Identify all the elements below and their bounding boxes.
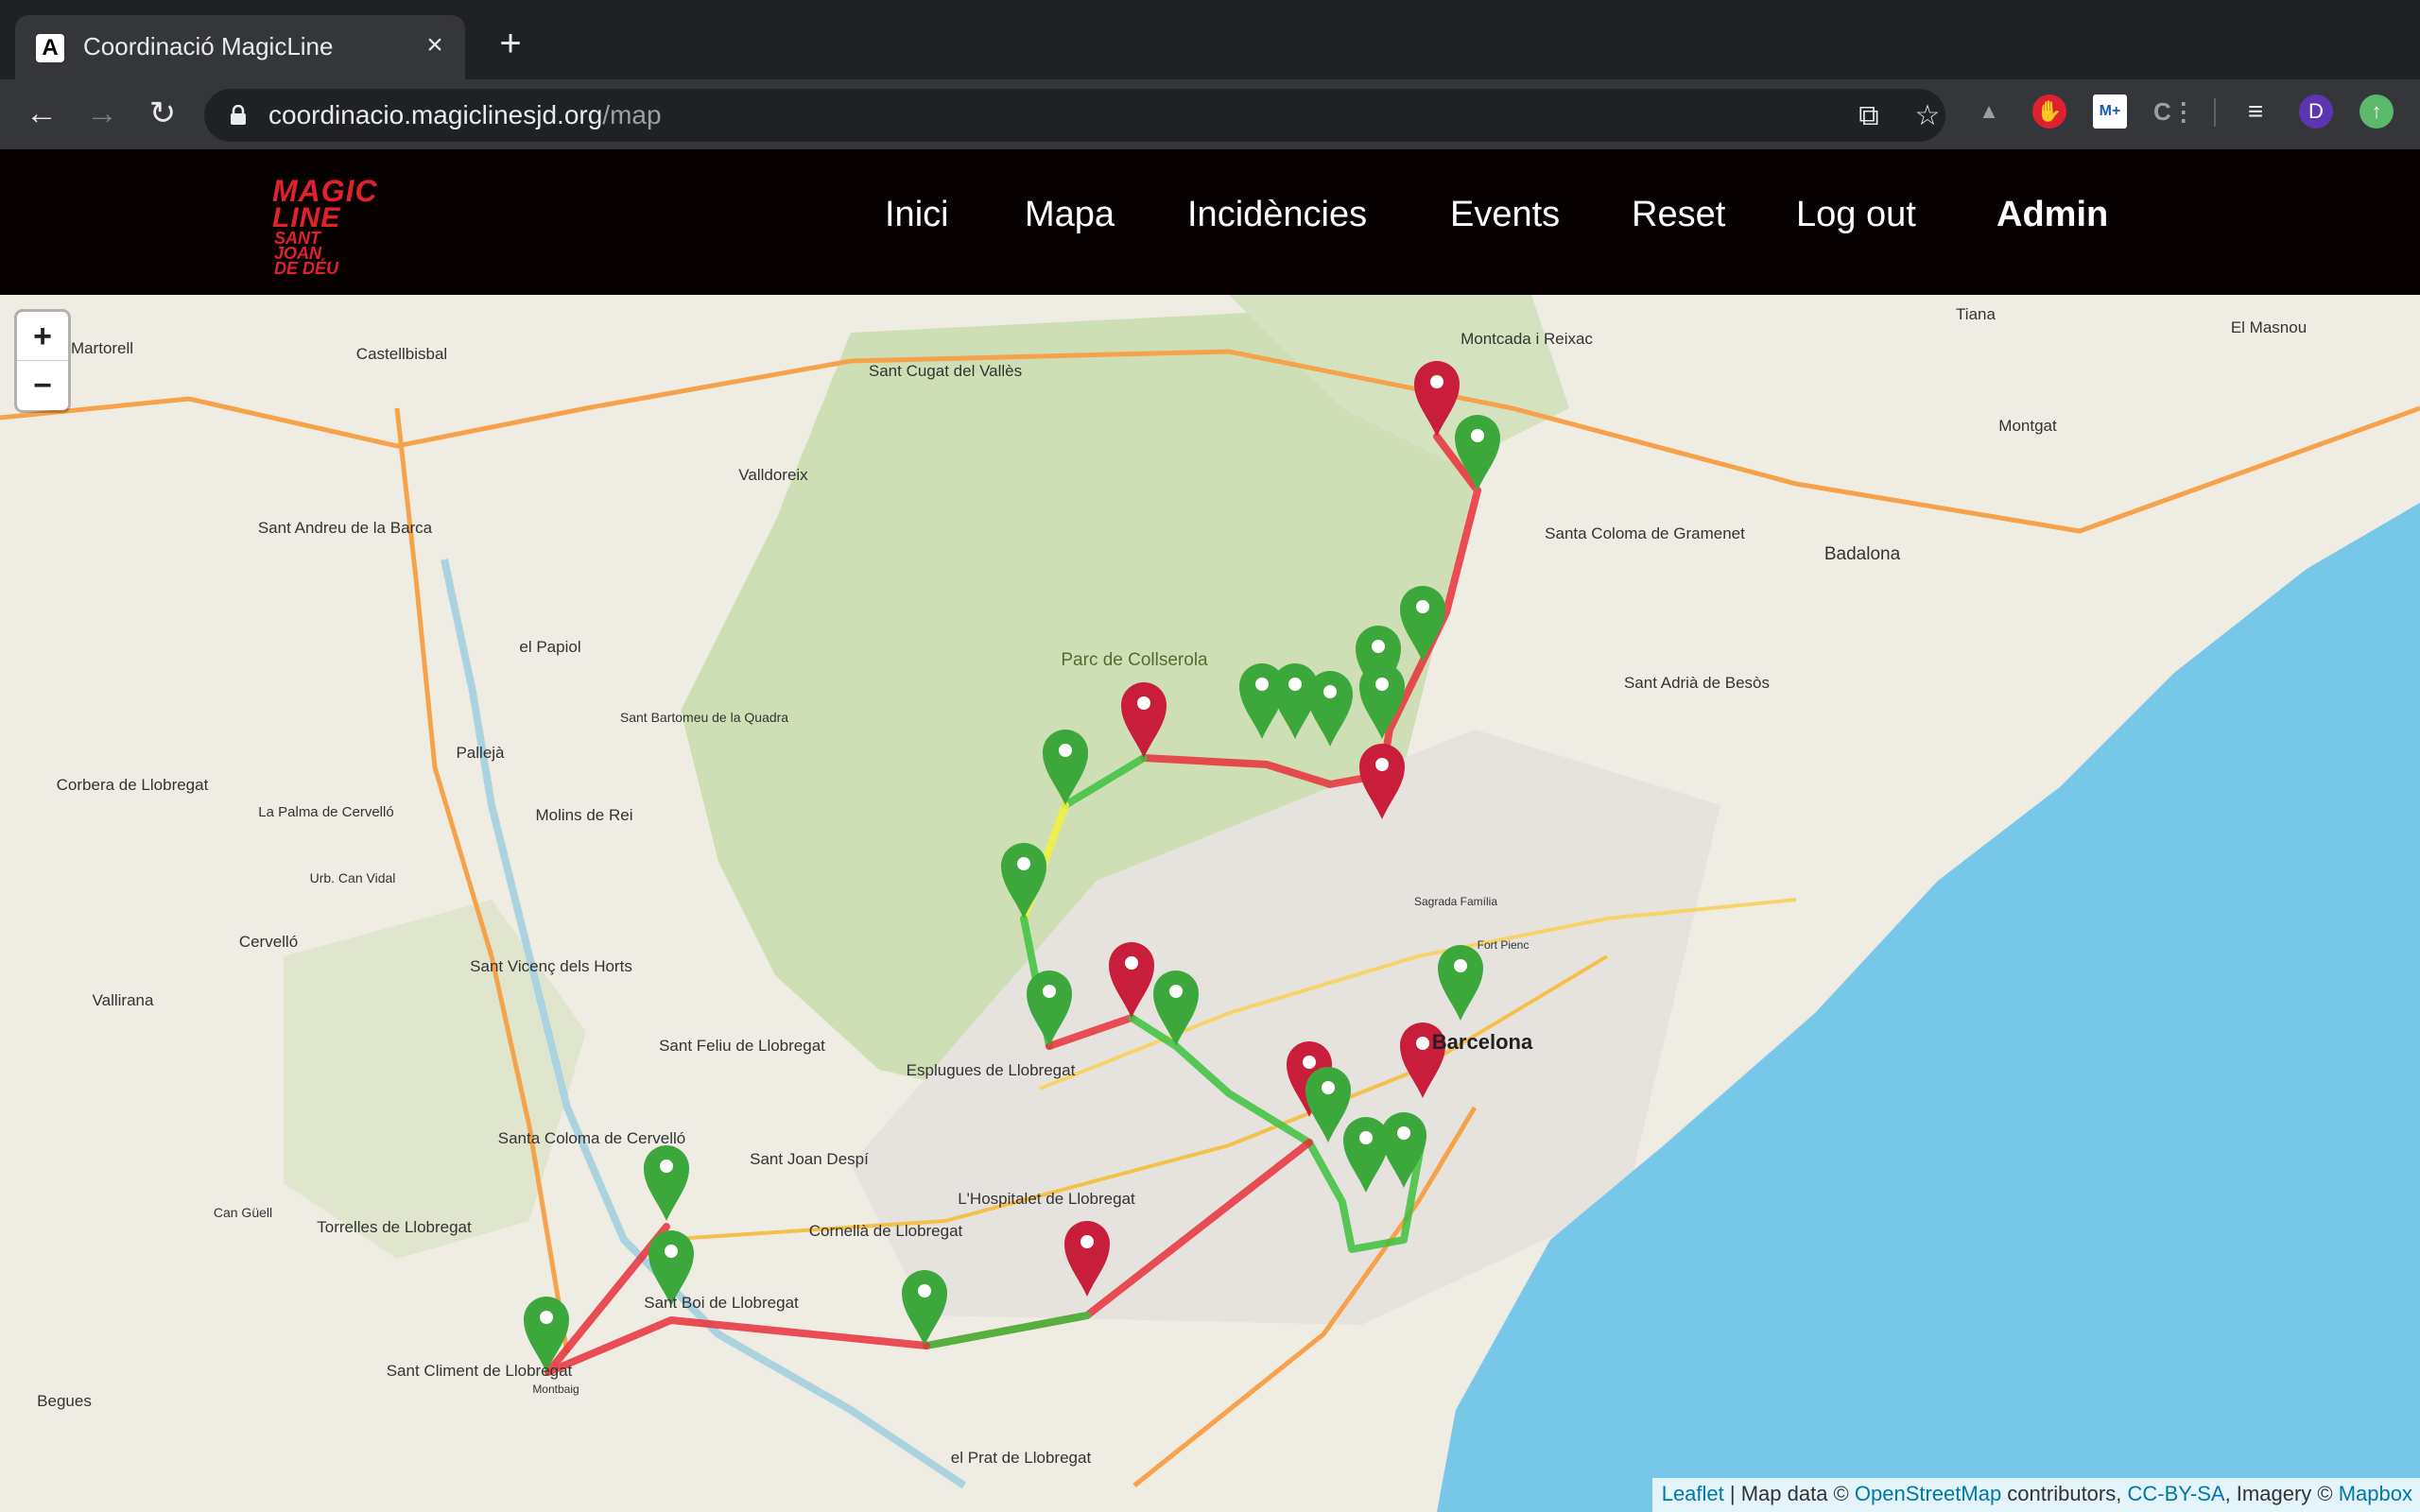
logo-line-2: LINE — [272, 201, 341, 233]
magicline-logo[interactable]: MAGIC LINE SANT JOAN DE DÉU — [272, 174, 378, 277]
nav-mapa[interactable]: Mapa — [1025, 195, 1115, 235]
tab-close-icon[interactable]: × — [418, 28, 452, 62]
nav-incidencies[interactable]: Incidències — [1187, 195, 1367, 235]
place-label: Cornellà de Llobregat — [809, 1222, 963, 1240]
c-extension-icon[interactable]: C⋮ — [2153, 94, 2196, 129]
attribution-text: , Imagery © — [2224, 1482, 2339, 1505]
logo-line-4: DE DÉU — [274, 259, 339, 279]
url-text: coordinacio.magiclinesjd.org/map — [268, 100, 662, 130]
place-label: Sagrada Família — [1414, 895, 1497, 908]
place-label: el Papiol — [519, 638, 580, 656]
place-label: Tiana — [1956, 305, 1996, 323]
place-label: Vallirana — [93, 991, 154, 1009]
profile-avatar[interactable]: D — [2299, 94, 2333, 129]
place-label: Can Güell — [214, 1205, 272, 1220]
drive-extension-icon[interactable]: ▲ — [1972, 94, 2006, 129]
place-label: Parc de Collserola — [1061, 650, 1208, 670]
place-label: Torrelles de Llobregat — [317, 1218, 472, 1236]
bookmark-star-icon[interactable]: ☆ — [1911, 100, 1944, 132]
nav-inici[interactable]: Inici — [885, 195, 949, 235]
site-header: MAGIC LINE SANT JOAN DE DÉU Inici Mapa I… — [0, 149, 2420, 295]
place-label: Montcada i Reixac — [1461, 330, 1593, 348]
zoom-in-button[interactable]: + — [17, 312, 68, 361]
place-label: Sant Bartomeu de la Quadra — [620, 710, 788, 725]
place-label: Molins de Rei — [536, 806, 633, 824]
place-label: Pallejà — [456, 744, 505, 762]
place-label: Martorell — [71, 339, 133, 357]
place-label: La Palma de Cervelló — [258, 804, 393, 820]
mapbox-link[interactable]: Mapbox — [2339, 1482, 2412, 1505]
place-label: Badalona — [1824, 544, 1901, 564]
leaflet-link[interactable]: Leaflet — [1662, 1482, 1724, 1505]
osm-link[interactable]: OpenStreetMap — [1855, 1482, 2001, 1505]
place-label: Sant Boi de Llobregat — [644, 1294, 799, 1312]
place-label: Santa Coloma de Cervelló — [498, 1129, 685, 1147]
map-canvas[interactable]: Martorell Castellbisbal Sant Cugat del V… — [0, 295, 2420, 1512]
attribution-text: | Map data © — [1723, 1482, 1855, 1505]
logo-line-3: SANT JOAN — [274, 228, 322, 263]
toolbar-divider — [2214, 98, 2216, 127]
place-label: Sant Joan Despí — [750, 1150, 869, 1168]
zoom-control: + − — [17, 312, 68, 410]
back-arrow-icon[interactable]: ← — [21, 93, 62, 134]
tab-title: Coordinació MagicLine — [83, 32, 334, 60]
place-label: el Prat de Llobregat — [951, 1449, 1092, 1467]
reload-icon[interactable]: ↻ — [142, 93, 183, 134]
update-arrow-icon[interactable]: ↑ — [2360, 94, 2394, 129]
browser-tabstrip: A Coordinació MagicLine × + — [0, 0, 2420, 79]
browser-toolbar: ← → ↻ coordinacio.magiclinesjd.org/map ⧉… — [0, 79, 2420, 149]
place-label: Sant Cugat del Vallès — [869, 362, 1022, 380]
tab-favicon-icon: A — [36, 34, 64, 62]
place-label: Fort Pienc — [1478, 938, 1530, 952]
media-playlist-icon[interactable]: ≡ — [2238, 94, 2273, 129]
place-label: Begues — [37, 1392, 92, 1410]
place-label: Valldoreix — [738, 466, 808, 484]
place-label: Sant Feliu de Llobregat — [659, 1037, 825, 1055]
place-label: Corbera de Llobregat — [57, 776, 209, 794]
open-external-icon[interactable]: ⧉ — [1853, 100, 1885, 132]
place-label: Urb. Can Vidal — [310, 870, 396, 885]
nav-reset[interactable]: Reset — [1632, 195, 1725, 235]
movistar-extension-icon[interactable]: M+ — [2093, 94, 2127, 129]
ccbysa-link[interactable]: CC-BY-SA — [2127, 1482, 2224, 1505]
forward-arrow-icon[interactable]: → — [81, 93, 123, 134]
adblock-extension-icon[interactable]: ✋ — [2032, 94, 2066, 129]
lock-icon — [231, 105, 246, 125]
place-label: Castellbisbal — [356, 345, 447, 363]
nav-admin[interactable]: Admin — [1996, 195, 2108, 235]
place-label: Sant Climent de Llobregat — [387, 1362, 573, 1380]
place-label: Montgat — [1998, 417, 2057, 435]
nav-logout[interactable]: Log out — [1796, 195, 1916, 235]
map-attribution: Leaflet | Map data © OpenStreetMap contr… — [1651, 1478, 2420, 1512]
place-label: Sant Andreu de la Barca — [258, 519, 433, 537]
place-label: El Masnou — [2231, 318, 2307, 336]
address-bar[interactable]: coordinacio.magiclinesjd.org/map ⧉ ☆ — [204, 89, 1945, 142]
zoom-out-button[interactable]: − — [17, 361, 68, 410]
place-label: Sant Adrià de Besòs — [1624, 674, 1770, 692]
url-path: /map — [602, 100, 662, 129]
url-host: coordinacio.magiclinesjd.org — [268, 100, 603, 129]
place-label: Esplugues de Llobregat — [907, 1061, 1076, 1079]
route-map[interactable]: Martorell Castellbisbal Sant Cugat del V… — [0, 295, 2420, 1512]
place-label: Barcelona — [1432, 1030, 1533, 1054]
attribution-text: contributors, — [2001, 1482, 2128, 1505]
browser-tab[interactable]: A Coordinació MagicLine × — [15, 15, 465, 79]
new-tab-icon[interactable]: + — [492, 25, 529, 62]
nav-events[interactable]: Events — [1450, 195, 1560, 235]
place-label: Sant Vicenç dels Horts — [470, 957, 632, 975]
place-label: Montbaig — [532, 1383, 579, 1396]
logo-line-1: MAGIC — [272, 174, 378, 208]
place-label: L'Hospitalet de Llobregat — [958, 1190, 1135, 1208]
place-label: Cervelló — [239, 933, 298, 951]
place-label: Santa Coloma de Gramenet — [1545, 524, 1745, 542]
